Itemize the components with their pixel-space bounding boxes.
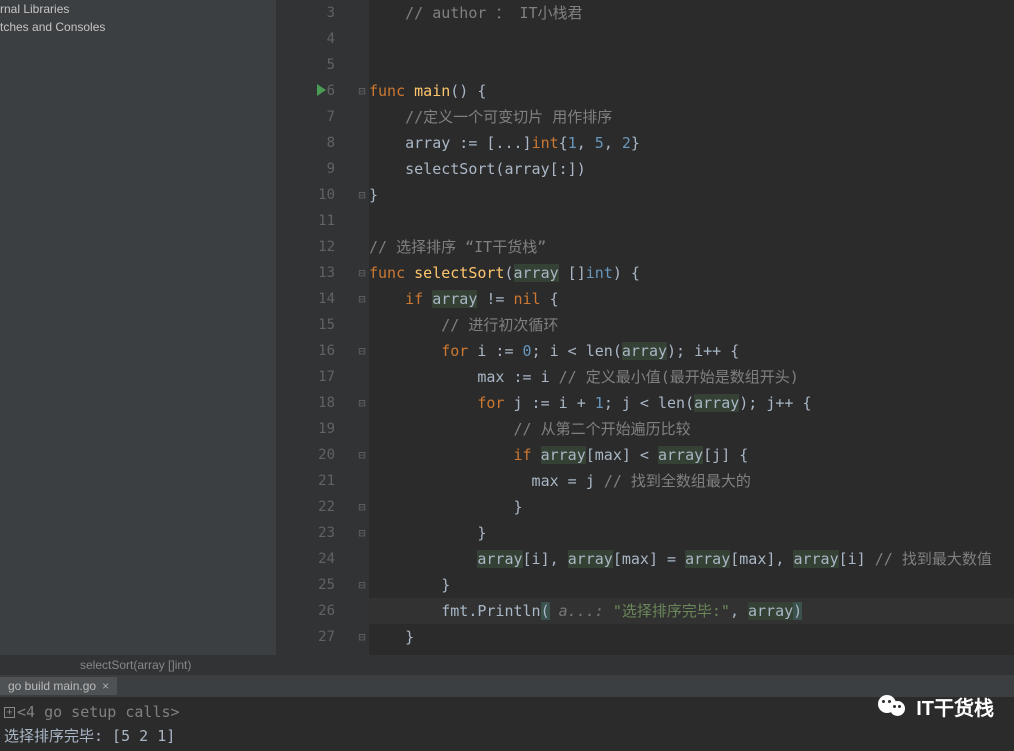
fold-marker <box>355 130 369 156</box>
console-line: 选择排序完毕: [5 2 1] <box>4 724 1010 748</box>
code-line[interactable] <box>369 52 1014 78</box>
code-line[interactable]: // 从第二个开始遍历比较 <box>369 416 1014 442</box>
line-number: 17 <box>277 364 335 390</box>
fold-marker <box>355 104 369 130</box>
line-number: 20 <box>277 442 335 468</box>
fold-marker <box>355 598 369 624</box>
expand-icon[interactable]: + <box>4 707 15 718</box>
fold-marker <box>355 364 369 390</box>
line-number: 13 <box>277 260 335 286</box>
fold-marker[interactable]: ⊟ <box>355 520 369 546</box>
code-line[interactable] <box>369 208 1014 234</box>
code-line[interactable]: // author ： IT小栈君 <box>369 0 1014 26</box>
wechat-icon <box>878 691 908 721</box>
code-line[interactable]: //定义一个可变切片 用作排序 <box>369 104 1014 130</box>
run-tab-bar: go build main.go × <box>0 675 1014 697</box>
line-number: 23 <box>277 520 335 546</box>
code-line[interactable]: max = j // 找到全数组最大的 <box>369 468 1014 494</box>
fold-marker <box>355 312 369 338</box>
fold-marker <box>355 650 369 655</box>
run-gutter-icon[interactable] <box>317 84 326 96</box>
fold-marker <box>355 156 369 182</box>
project-sidebar: rnal Libraries tches and Consoles <box>0 0 277 655</box>
code-line[interactable]: } <box>369 494 1014 520</box>
line-number: 21 <box>277 468 335 494</box>
code-line[interactable] <box>369 26 1014 52</box>
fold-marker <box>355 234 369 260</box>
code-line[interactable]: func main() { <box>369 78 1014 104</box>
line-number: 10 <box>277 182 335 208</box>
line-number: 22 <box>277 494 335 520</box>
line-number: 18 <box>277 390 335 416</box>
fold-marker[interactable]: ⊟ <box>355 624 369 650</box>
fold-marker <box>355 416 369 442</box>
line-number: 5 <box>277 52 335 78</box>
run-tab[interactable]: go build main.go × <box>0 677 117 695</box>
fold-marker <box>355 546 369 572</box>
code-line[interactable]: } <box>369 520 1014 546</box>
fold-marker[interactable]: ⊟ <box>355 442 369 468</box>
watermark-text: IT干货栈 <box>916 692 994 721</box>
fold-marker <box>355 468 369 494</box>
code-line[interactable]: array := [...]int{1, 5, 2} <box>369 130 1014 156</box>
code-line[interactable]: max := i // 定义最小值(最开始是数组开头) <box>369 364 1014 390</box>
sidebar-item-external-libraries[interactable]: rnal Libraries <box>0 0 276 18</box>
line-number: 3 <box>277 0 335 26</box>
code-line[interactable] <box>369 650 1014 655</box>
fold-marker[interactable]: ⊟ <box>355 260 369 286</box>
fold-marker[interactable]: ⊟ <box>355 338 369 364</box>
code-line[interactable]: // 进行初次循环 <box>369 312 1014 338</box>
line-number: 9 <box>277 156 335 182</box>
code-line[interactable]: fmt.Println( a...: "选择排序完毕:", array) <box>369 598 1014 624</box>
code-line[interactable]: } <box>369 572 1014 598</box>
console-output[interactable]: +<4 go setup calls> 选择排序完毕: [5 2 1] <box>0 697 1014 751</box>
line-number: 25 <box>277 572 335 598</box>
code-line[interactable]: } <box>369 624 1014 650</box>
fold-marker[interactable]: ⊟ <box>355 78 369 104</box>
code-line[interactable]: } <box>369 182 1014 208</box>
fold-marker[interactable]: ⊟ <box>355 182 369 208</box>
code-line[interactable]: for j := i + 1; j < len(array); j++ { <box>369 390 1014 416</box>
fold-column: ⊟⊟⊟⊟⊟⊟⊟⊟⊟⊟⊟⊟ <box>355 0 369 655</box>
line-number-gutter: 3456789101112131415161718192021222324252… <box>277 0 355 655</box>
code-line[interactable]: array[i], array[max] = array[max], array… <box>369 546 1014 572</box>
code-editor[interactable]: // author ： IT小栈君 func main() { //定义一个可变切… <box>369 0 1014 655</box>
bottom-panel: go build main.go × +<4 go setup calls> 选… <box>0 675 1014 751</box>
line-number: 6 <box>277 78 335 104</box>
line-number: 19 <box>277 416 335 442</box>
line-number: 14 <box>277 286 335 312</box>
line-number: 28 <box>277 650 335 655</box>
line-number: 7 <box>277 104 335 130</box>
fold-marker <box>355 52 369 78</box>
code-line[interactable]: // 选择排序 “IT干货栈” <box>369 234 1014 260</box>
fold-marker <box>355 208 369 234</box>
fold-marker[interactable]: ⊟ <box>355 494 369 520</box>
code-line[interactable]: if array[max] < array[j] { <box>369 442 1014 468</box>
run-tab-label: go build main.go <box>8 679 96 693</box>
console-line: +<4 go setup calls> <box>4 700 1010 724</box>
code-line[interactable]: if array != nil { <box>369 286 1014 312</box>
code-line[interactable]: func selectSort(array []int) { <box>369 260 1014 286</box>
code-line[interactable]: for i := 0; i < len(array); i++ { <box>369 338 1014 364</box>
line-number: 27 <box>277 624 335 650</box>
breadcrumb: selectSort(array []int) <box>0 655 1014 675</box>
fold-marker[interactable]: ⊟ <box>355 390 369 416</box>
code-line[interactable]: selectSort(array[:]) <box>369 156 1014 182</box>
watermark: IT干货栈 <box>878 691 994 721</box>
fold-marker <box>355 26 369 52</box>
line-number: 11 <box>277 208 335 234</box>
line-number: 12 <box>277 234 335 260</box>
line-number: 16 <box>277 338 335 364</box>
line-number: 24 <box>277 546 335 572</box>
fold-marker <box>355 0 369 26</box>
line-number: 15 <box>277 312 335 338</box>
line-number: 26 <box>277 598 335 624</box>
close-icon[interactable]: × <box>102 679 109 693</box>
line-number: 4 <box>277 26 335 52</box>
sidebar-item-scratches[interactable]: tches and Consoles <box>0 18 276 36</box>
fold-marker[interactable]: ⊟ <box>355 286 369 312</box>
line-number: 8 <box>277 130 335 156</box>
fold-marker[interactable]: ⊟ <box>355 572 369 598</box>
